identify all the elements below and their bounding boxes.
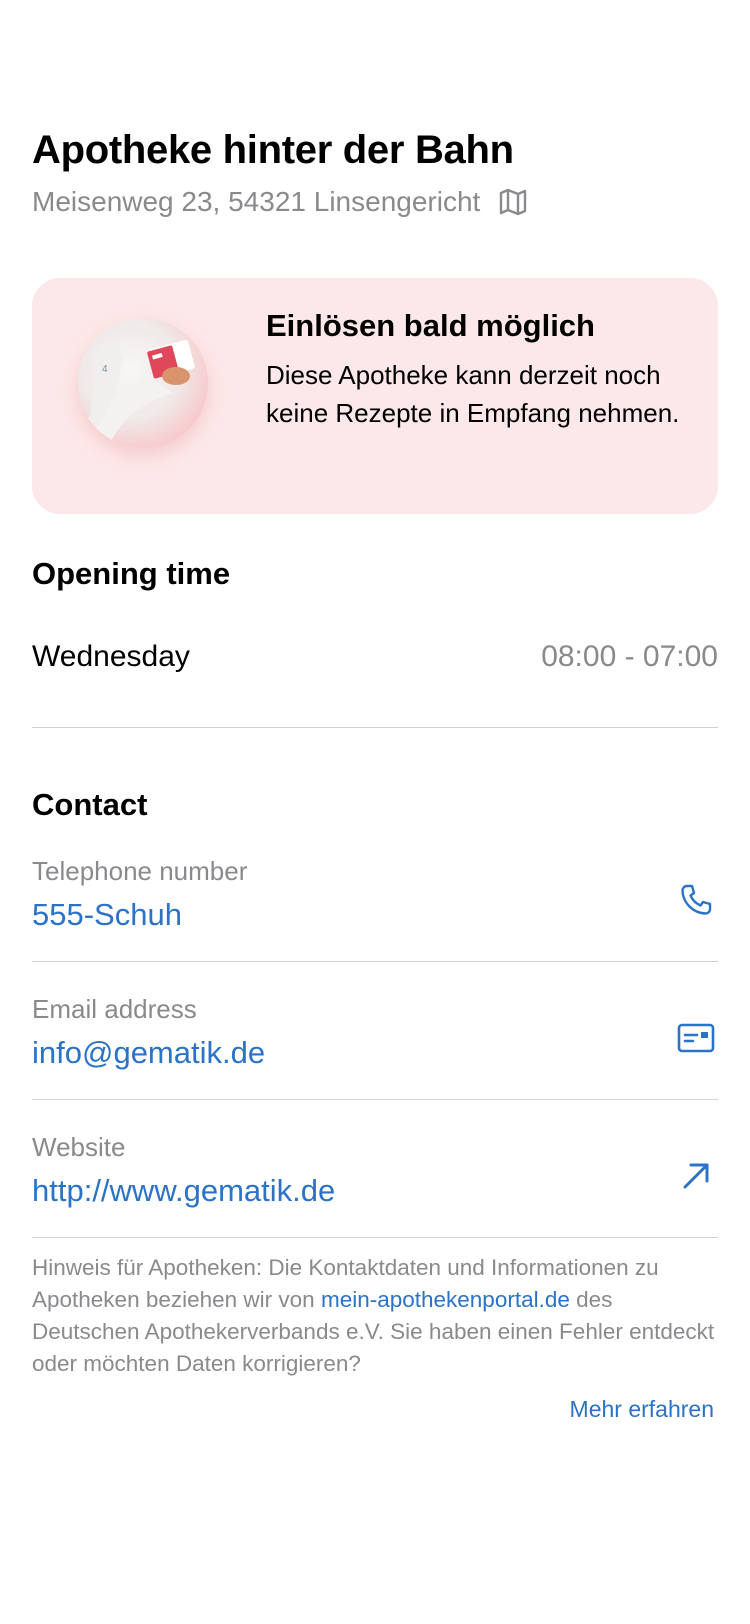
pharmacy-address: Meisenweg 23, 54321 Linsengericht — [32, 186, 481, 217]
opening-hours: 08:00 - 07:00 — [541, 640, 718, 673]
opening-time-row: Wednesday 08:00 - 07:00 — [32, 640, 718, 674]
phone-link[interactable]: 555-Schuh — [32, 897, 718, 933]
banner-text: Einlösen bald möglich Diese Apotheke kan… — [266, 308, 696, 432]
email-link[interactable]: info@gematik.de — [32, 1035, 718, 1071]
divider — [32, 1099, 718, 1100]
contact-phone[interactable]: Telephone number 555-Schuh — [32, 856, 718, 956]
banner-body: Diese Apotheke kann derzeit noch keine R… — [266, 360, 680, 428]
pharmacist-illustration: 4 — [78, 318, 208, 448]
website-label: Website — [32, 1132, 126, 1162]
contact-heading: Contact — [32, 787, 148, 822]
page-title: Apotheke hinter der Bahn — [32, 128, 514, 172]
svg-text:4: 4 — [102, 364, 108, 375]
divider — [32, 727, 718, 728]
divider — [32, 1237, 718, 1238]
phone-label: Telephone number — [32, 856, 248, 886]
divider — [32, 961, 718, 962]
banner-title: Einlösen bald möglich — [266, 308, 595, 343]
contact-email[interactable]: Email address info@gematik.de — [32, 994, 718, 1094]
pharmacy-data-note: Hinweis für Apotheken: Die Kontaktdaten … — [32, 1252, 718, 1380]
website-link[interactable]: http://www.gematik.de — [32, 1173, 718, 1209]
apothekenportal-link[interactable]: mein-apothekenportal.de — [321, 1287, 570, 1312]
phone-icon[interactable] — [676, 880, 716, 920]
contact-website[interactable]: Website http://www.gematik.de — [32, 1132, 718, 1232]
opening-day: Wednesday — [32, 640, 190, 673]
opening-time-heading: Opening time — [32, 556, 231, 591]
learn-more-link[interactable]: Mehr erfahren — [570, 1396, 714, 1423]
address-row: Meisenweg 23, 54321 Linsengericht — [32, 186, 528, 218]
arrow-up-right-icon[interactable] — [676, 1156, 716, 1196]
mail-card-icon[interactable] — [676, 1018, 716, 1058]
map-icon[interactable] — [498, 187, 528, 217]
email-label: Email address — [32, 994, 197, 1024]
redeem-soon-banner: 4 Einlösen bald möglich Diese Apotheke k… — [32, 278, 718, 514]
